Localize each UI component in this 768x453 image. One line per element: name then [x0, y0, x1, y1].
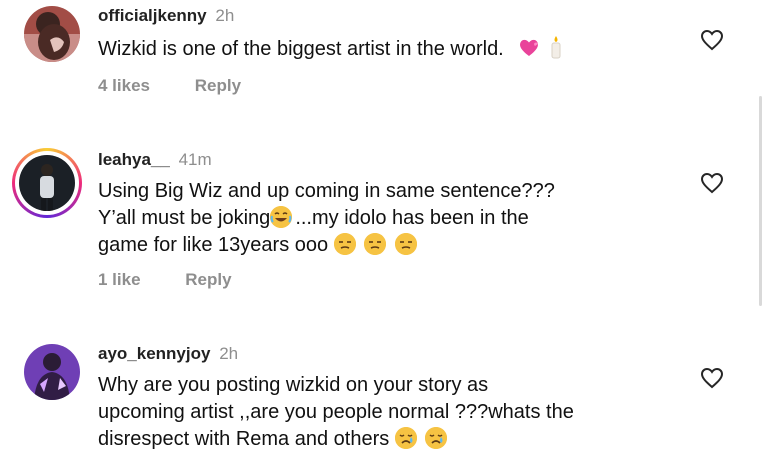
unamused-emoji-icon	[364, 233, 387, 255]
like-heart-icon[interactable]	[700, 366, 724, 390]
likes-count[interactable]: 1 like	[98, 270, 141, 290]
comment-text-line: game for like 13years ooo	[98, 232, 688, 259]
likes-count[interactable]: 4 likes	[98, 76, 150, 96]
comment-meta: leahya__ 41m	[98, 150, 212, 170]
comment-text: Why are you posting wizkid on your story…	[98, 372, 688, 453]
comment-meta: officialjkenny 2h	[98, 6, 234, 26]
like-heart-icon[interactable]	[700, 28, 724, 52]
reply-button[interactable]: Reply	[195, 76, 241, 96]
candle-icon	[547, 36, 565, 60]
unamused-emoji-icon	[394, 233, 417, 255]
laughing-emoji-icon	[270, 206, 293, 228]
crying-emoji-icon	[425, 427, 448, 449]
story-ring[interactable]	[12, 148, 82, 218]
comment-text-line: Using Big Wiz and up coming in same sent…	[98, 180, 555, 202]
comment-text-line: Why are you posting wizkid on your story…	[98, 374, 489, 396]
avatar[interactable]	[24, 6, 80, 62]
like-heart-icon[interactable]	[700, 171, 724, 195]
crying-emoji-icon	[394, 427, 417, 449]
comment-text-line: upcoming artist ,,are you people normal …	[98, 401, 574, 423]
unamused-emoji-icon	[333, 233, 356, 255]
heart-emoji-icon	[517, 38, 547, 60]
avatar[interactable]	[24, 344, 80, 400]
comment-text-line: Wizkid is one of the biggest artist in t…	[98, 38, 504, 60]
username[interactable]: leahya__	[98, 150, 170, 169]
timestamp: 2h	[215, 6, 235, 25]
username[interactable]: officialjkenny	[98, 6, 207, 25]
timestamp: 41m	[178, 150, 212, 169]
comment-text-line: Y’all must be joking ...my idolo has bee…	[98, 206, 529, 229]
comment-text-line: disrespect with Rema and others	[98, 426, 688, 453]
avatar[interactable]	[19, 155, 75, 211]
reply-button[interactable]: Reply	[185, 270, 231, 290]
timestamp: 2h	[219, 344, 239, 363]
comment-text: Wizkid is one of the biggest artist in t…	[98, 34, 688, 63]
comment-actions: 1 like Reply	[98, 270, 232, 290]
comment-actions: 4 likes Reply	[98, 76, 241, 96]
scrollbar[interactable]	[759, 96, 762, 306]
username[interactable]: ayo_kennyjoy	[98, 344, 210, 363]
comment-text: Using Big Wiz and up coming in same sent…	[98, 178, 688, 259]
comment-meta: ayo_kennyjoy 2h	[98, 344, 238, 364]
